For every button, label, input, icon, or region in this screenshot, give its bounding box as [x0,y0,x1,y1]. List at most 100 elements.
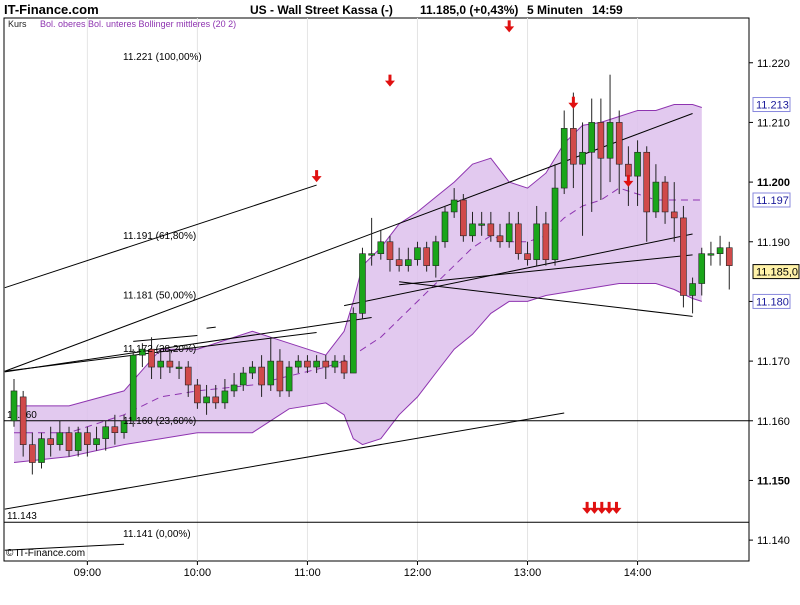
candle-body [184,366,192,386]
candle-body [542,223,550,260]
candle-body [689,283,696,296]
candle-body [670,211,678,219]
candle-body [570,128,577,165]
candle-body [84,432,91,445]
candle-body [10,390,18,422]
candle-body [588,122,596,153]
candle-body [249,366,256,374]
candle-body [405,259,412,266]
fib-level-label: 11.181 (50,00%) [123,290,196,301]
candle-body [19,396,27,445]
candle-body [230,384,238,392]
candle-body [625,163,632,177]
x-tick-label: 10:00 [184,567,212,579]
candle-body [221,390,229,404]
x-tick-label: 11:00 [294,567,321,579]
candle-body [386,241,394,260]
candle-body [157,360,165,368]
candle-body [65,432,73,451]
candle-body [652,181,660,213]
candle-body [212,396,220,404]
price-label-text: 11.185,0 [756,267,798,279]
candle-body [285,366,293,392]
candle-body [331,360,339,368]
x-tick-label: 14:00 [624,567,652,579]
sell-arrow-shaft [614,501,618,509]
candle-body [322,360,330,368]
fib-level-label: 11.221 (100,00%) [123,52,202,63]
sell-arrow-shaft [315,170,319,178]
sell-arrow-shaft [571,96,575,104]
price-label-text: 11.180 [756,296,789,308]
candle [680,205,687,308]
candle-body [423,247,430,266]
copyright: © IT-Finance.com [6,548,85,559]
candle-body [111,426,119,434]
fib-level-label: 11.160 (23,60%) [123,416,196,427]
candle-body [29,444,36,463]
y-tick-label: 11.150 [757,475,790,487]
candle-body [450,199,458,213]
candle-body [239,372,247,386]
candle-body [395,259,403,266]
candle-body [533,223,540,260]
candle-body [74,432,82,451]
candle [359,247,366,320]
fib-level-label: 11.191 (61,80%) [123,231,196,242]
candle-body [129,354,137,422]
site-name: IT-Finance.com [4,2,99,17]
sell-arrow-shaft [607,501,611,509]
sell-arrow-shaft [626,174,630,182]
chart-title: US - Wall Street Kassa (-) [250,3,393,17]
y-tick-label: 11.200 [757,177,790,189]
y-tick-label: 11.210 [757,117,790,129]
candle-body [313,360,320,368]
candle-body [643,151,651,213]
candle-body [258,366,265,386]
current-price-label: 11.185,0 [752,264,800,280]
candle-body [414,247,421,260]
y-tick-label: 11.170 [757,356,790,368]
price-label-text: 11.213 [756,100,789,112]
candle-body [93,438,100,445]
sell-arrow-shaft [600,501,604,509]
candle-body [203,396,210,404]
fib-level-label: 11.141 (0,00%) [123,529,191,540]
candle-body [716,247,724,254]
legend-bollinger: Bol. oberes Bol. unteres Bollinger mittl… [40,19,236,29]
candle-body [579,151,586,165]
chart-window: IT-Finance.com US - Wall Street Kassa (-… [0,0,800,600]
candle-body [615,122,623,165]
candle-body [194,384,201,404]
candle [349,307,357,374]
candle-body [496,235,504,243]
candle-body [267,360,275,386]
candle-body [359,253,366,314]
price-label: 11.197 [752,192,791,208]
time-label: 14:59 [592,3,623,17]
sell-arrow-shaft [507,20,511,28]
candle-body [432,241,440,266]
candle-body [441,211,449,243]
price-label-text: 11.197 [756,195,789,207]
y-tick-label: 11.160 [757,416,790,428]
candle-body [102,426,109,439]
candle-body [175,366,183,369]
sell-arrow-shaft [592,501,596,509]
candle-body [487,223,495,237]
candle-body [166,360,174,368]
candle-body [469,223,476,237]
candle-body [597,122,605,159]
candle-body [478,223,485,226]
last-price-header: 11.185,0 (+0,43%) [420,3,518,17]
candle-body [377,241,385,254]
candle-body [505,223,513,243]
candle-body [340,360,348,374]
x-tick-label: 13:00 [514,567,542,579]
candle-body [560,128,568,189]
fib-level-label: 11.172 (38,20%) [123,344,196,355]
candle-body [524,253,531,260]
candle-body [725,247,733,266]
x-tick-label: 12:00 [404,567,432,579]
x-tick-label: 09:00 [74,567,102,579]
